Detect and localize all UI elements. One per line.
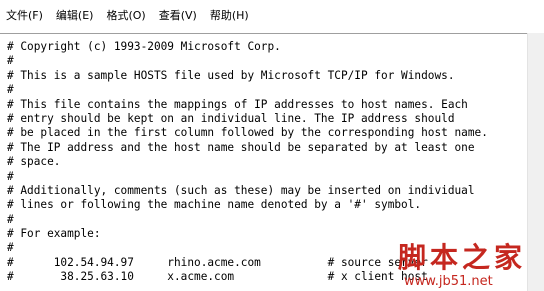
text-line: # — [7, 83, 14, 97]
text-line: # Copyright (c) 1993-2009 Microsoft Corp… — [7, 40, 281, 53]
menu-help[interactable]: 帮助(H) — [210, 7, 249, 23]
menu-format[interactable]: 格式(O) — [106, 7, 145, 23]
menu-view[interactable]: 查看(V) — [159, 7, 197, 23]
menu-file[interactable]: 文件(F) — [6, 7, 43, 23]
menu-edit[interactable]: 编辑(E) — [56, 7, 94, 23]
text-line: # lines or following the machine name de… — [7, 198, 422, 212]
text-line: # — [7, 212, 14, 226]
text-line: # This is a sample HOSTS file used by Mi… — [7, 68, 455, 82]
text-line: # — [7, 54, 14, 68]
notepad-window: 文件(F) 编辑(E) 格式(O) 查看(V) 帮助(H) # Copyrigh… — [0, 0, 544, 291]
text-line: # Additionally, comments (such as these)… — [7, 183, 475, 197]
editor-text: # Copyright (c) 1993-2009 Microsoft Corp… — [7, 40, 488, 285]
menu-bar: 文件(F) 编辑(E) 格式(O) 查看(V) 帮助(H) — [0, 0, 544, 30]
text-line: # entry should be kept on an individual … — [7, 111, 455, 125]
text-line: # 102.54.94.97 rhino.acme.com # source s… — [7, 255, 428, 269]
text-editor-area[interactable]: # Copyright (c) 1993-2009 Microsoft Corp… — [0, 33, 527, 291]
text-line: # space. — [7, 155, 61, 169]
text-line: # This file contains the mappings of IP … — [7, 97, 468, 111]
text-line: # 38.25.63.10 x.acme.com # x client host — [7, 270, 428, 284]
text-line: # be placed in the first column followed… — [7, 126, 488, 140]
text-line: # For example: — [7, 227, 101, 241]
text-line: # — [7, 241, 14, 255]
vertical-scrollbar[interactable] — [527, 33, 544, 291]
text-line: # The IP address and the host name shoul… — [7, 140, 475, 154]
text-line: # — [7, 169, 14, 183]
